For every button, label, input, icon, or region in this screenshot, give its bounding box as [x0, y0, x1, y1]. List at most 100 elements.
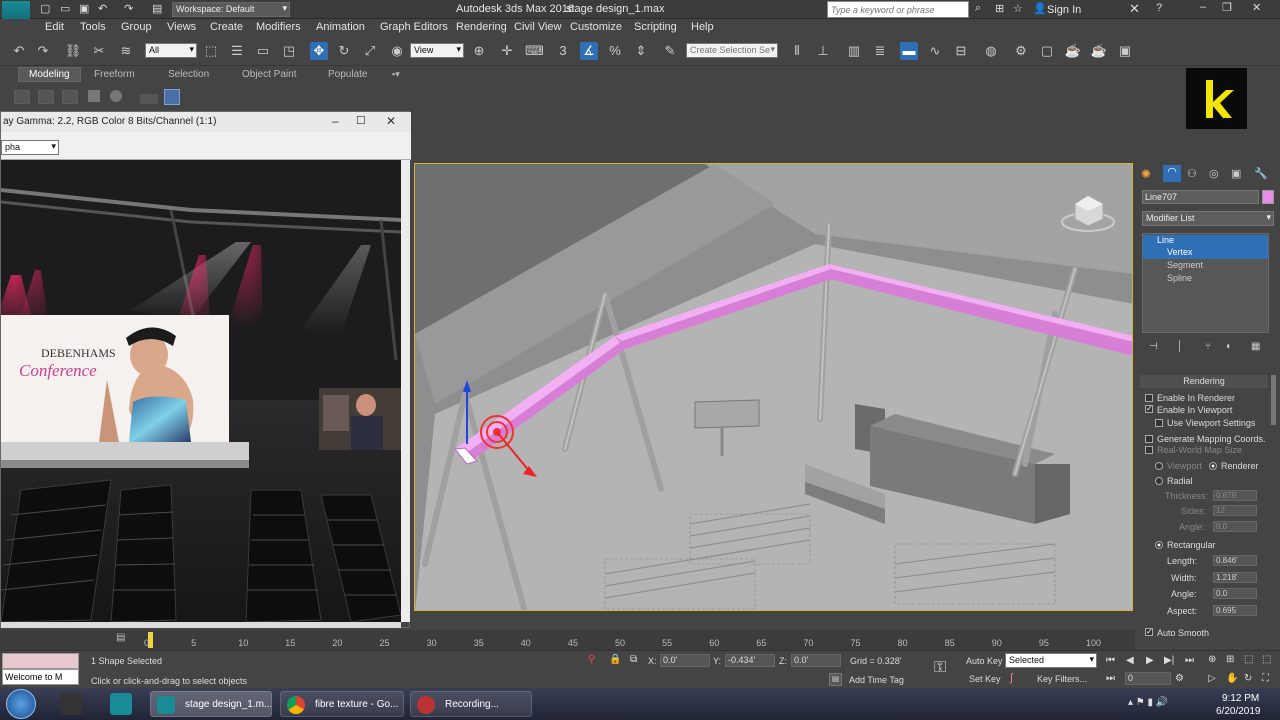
favorites-star-icon[interactable]: ☆ [1013, 2, 1023, 15]
ribbon-tool-icon[interactable] [38, 90, 54, 104]
select-and-rotate-icon[interactable]: ↻ [335, 42, 353, 60]
frame-window-scrollbar[interactable] [401, 160, 410, 622]
enable-in-viewport-checkbox[interactable]: Enable In Viewport [1145, 405, 1232, 415]
zoom-all-icon[interactable]: ⊞ [1226, 654, 1234, 665]
ribbon-tool-icon[interactable] [110, 90, 122, 102]
modify-tab-icon[interactable]: ◠ [1163, 165, 1181, 182]
show-end-result-icon[interactable]: │ [1177, 341, 1183, 352]
aspect-spinner[interactable]: 0.695 [1213, 605, 1257, 616]
menu-rendering[interactable]: Rendering [456, 21, 507, 33]
named-selection-dropdown[interactable]: Create Selection Se [686, 43, 778, 58]
frame-close-icon[interactable]: ✕ [386, 114, 396, 128]
field-of-view-icon[interactable]: ▷ [1208, 673, 1216, 684]
window-crossing-icon[interactable]: ◳ [280, 42, 298, 60]
new-file-icon[interactable]: ▢ [40, 2, 50, 15]
selection-filter-dropdown[interactable]: All [145, 43, 197, 58]
go-to-start-icon[interactable]: ⏮ [1106, 655, 1115, 666]
x-coordinate[interactable]: 0.0' [660, 654, 710, 667]
manipulate-icon[interactable]: ✛ [498, 42, 516, 60]
tab-modeling[interactable]: Modeling [18, 67, 81, 82]
z-coordinate[interactable]: 0.0' [791, 654, 841, 667]
render-production-icon[interactable]: ☕ [1064, 42, 1082, 60]
display-channel-dropdown[interactable]: pha [1, 140, 59, 155]
object-color-swatch[interactable] [1262, 190, 1274, 204]
link-icon[interactable]: ⛓ [64, 42, 82, 60]
ribbon-tool-icon[interactable] [164, 89, 180, 105]
user-icon[interactable]: 👤 [1033, 2, 1047, 15]
key-icon[interactable]: ⚿ [934, 659, 946, 677]
make-unique-icon[interactable]: ⑂ [1205, 341, 1211, 352]
width-spinner[interactable]: 1.218' [1213, 572, 1257, 583]
percent-snap-icon[interactable]: % [606, 42, 624, 60]
render-iterative-icon[interactable]: ☕ [1090, 42, 1108, 60]
key-filters-button[interactable]: Key Filters... [1037, 674, 1087, 684]
display-tab-icon[interactable]: ▣ [1231, 167, 1241, 180]
clock-date[interactable]: 6/20/2019 [1216, 706, 1261, 717]
motion-tab-icon[interactable]: ◎ [1209, 167, 1219, 180]
sides-spinner[interactable]: 12 [1213, 505, 1257, 516]
modifier-list-dropdown[interactable]: Modifier List [1142, 211, 1274, 226]
remove-modifier-icon[interactable]: ◖ [1225, 341, 1231, 352]
help-icon[interactable]: ? [1156, 2, 1162, 14]
go-to-end-icon[interactable]: ⏭ [1185, 655, 1194, 666]
tab-freeform[interactable]: Freeform [94, 69, 135, 80]
generate-mapping-checkbox[interactable]: Generate Mapping Coords. [1145, 434, 1266, 444]
stack-item-vertex[interactable]: Vertex [1143, 247, 1268, 259]
rectangle-selection-icon[interactable]: ▭ [254, 42, 272, 60]
ribbon-options-icon[interactable]: ▪▾ [392, 69, 400, 80]
menu-animation[interactable]: Animation [316, 21, 365, 33]
utilities-tab-icon[interactable]: 🔧 [1254, 167, 1268, 180]
add-time-tag[interactable]: Add Time Tag [849, 675, 904, 685]
maxscript-listener[interactable] [2, 653, 79, 669]
menu-edit[interactable]: Edit [45, 21, 64, 33]
render-setup-icon[interactable]: ⚙ [1012, 42, 1030, 60]
select-by-name-icon[interactable]: ☰ [228, 42, 246, 60]
snaps-toggle-icon[interactable]: 3 [554, 42, 572, 60]
start-button[interactable] [6, 689, 36, 719]
mirror-icon[interactable]: ⫴ [788, 42, 806, 60]
edit-named-selection-icon[interactable]: ✎ [661, 42, 679, 60]
rendering-rollout-header[interactable]: Rendering [1140, 375, 1268, 388]
menu-group[interactable]: Group [121, 21, 152, 33]
schematic-view-icon[interactable]: ⊟ [952, 42, 970, 60]
binoculars-icon[interactable]: ⌕ [975, 2, 981, 15]
ribbon-toggle-icon[interactable]: ▬ [900, 42, 918, 60]
close-icon[interactable]: ✕ [1252, 1, 1261, 14]
material-editor-icon[interactable]: ◍ [982, 42, 1000, 60]
track-bar-toggle-icon[interactable]: ▤ [116, 632, 125, 643]
orbit-icon[interactable]: ↻ [1244, 673, 1252, 684]
curve-editor-icon[interactable]: ∿ [926, 42, 944, 60]
thickness-spinner[interactable]: 0.679' [1213, 490, 1257, 501]
pin-stack-icon[interactable]: ⊣ [1149, 341, 1158, 352]
ribbon-tool-icon[interactable] [88, 90, 100, 102]
spinner-snap-icon[interactable]: ⇕ [632, 42, 650, 60]
menu-customize[interactable]: Customize [570, 21, 622, 33]
set-key-button[interactable]: Set Key [969, 674, 1001, 684]
taskbar-pinned-icon[interactable] [60, 693, 82, 715]
align-icon[interactable]: ⊥ [814, 42, 832, 60]
place-icon[interactable]: ◉ [388, 42, 406, 60]
menu-scripting[interactable]: Scripting [634, 21, 677, 33]
taskbar-pinned-icon[interactable] [110, 693, 132, 715]
ribbon-tool-icon[interactable] [140, 94, 158, 104]
menu-civil-view[interactable]: Civil View [514, 21, 561, 33]
stack-item-spline[interactable]: Spline [1143, 273, 1268, 285]
angle-snap-icon[interactable]: ∡ [580, 42, 598, 60]
real-world-map-checkbox[interactable]: Real-World Map Size [1145, 445, 1242, 455]
exchange-icon[interactable]: ✕ [1129, 1, 1140, 17]
taskbar-task-recording[interactable]: Recording... [410, 691, 532, 717]
taskbar-task-chrome[interactable]: fibre texture - Go... [280, 691, 404, 717]
pivot-center-icon[interactable]: ⊕ [470, 42, 488, 60]
layer-manager-icon[interactable]: ≣ [871, 42, 889, 60]
key-mode-toggle-icon[interactable]: ⏭ [1106, 673, 1115, 684]
configure-modifier-icon[interactable]: ▦ [1251, 341, 1260, 352]
reference-coordinate-dropdown[interactable]: View [410, 43, 464, 58]
rendered-frame-window[interactable]: ay Gamma: 2.2, RGB Color 8 Bits/Channel … [0, 111, 411, 628]
keyboard-shortcut-icon[interactable]: ⌨ [525, 42, 544, 60]
subscription-icon[interactable]: ⊞ [995, 2, 1004, 15]
undo-toolbar-icon[interactable]: ↶ [10, 42, 28, 60]
radial-angle-spinner[interactable]: 0.0 [1213, 521, 1257, 532]
frame-window-hscroll[interactable] [1, 622, 401, 628]
minimize-icon[interactable]: – [1200, 1, 1206, 13]
stack-item-segment[interactable]: Segment [1143, 260, 1268, 272]
